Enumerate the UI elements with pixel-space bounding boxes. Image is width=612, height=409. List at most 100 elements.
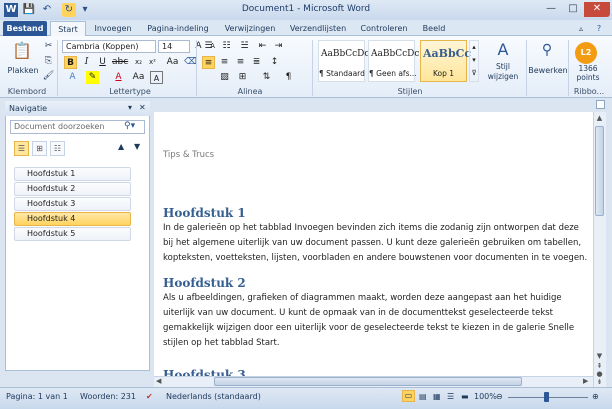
scroll-down-icon[interactable]: ▼ — [595, 352, 604, 361]
status-zoom[interactable]: 100% — [474, 392, 497, 401]
nav-tab-results[interactable]: ☷ — [50, 141, 65, 156]
show-marks-icon[interactable]: ¶ — [282, 71, 295, 84]
status-words[interactable]: Woorden: 231 — [80, 392, 136, 401]
tab-insert[interactable]: Invoegen — [90, 21, 136, 36]
align-center-button[interactable]: ≡ — [218, 56, 231, 69]
search-icon[interactable]: ⚲▾ — [124, 121, 135, 131]
zoom-in-icon[interactable]: ⊕ — [592, 392, 599, 401]
underline-button[interactable]: U — [96, 56, 109, 69]
nav-item-hoofdstuk-4[interactable]: Hoofdstuk 4 — [14, 212, 131, 226]
full-screen-icon[interactable]: ▤ — [419, 392, 427, 401]
highlight-icon[interactable]: ✎ — [86, 71, 99, 84]
format-painter-icon[interactable]: 🖌 — [42, 70, 55, 83]
scroll-up-icon[interactable]: ▲ — [595, 114, 604, 123]
italic-button[interactable]: I — [80, 56, 93, 69]
numbering-icon[interactable]: ☷ — [220, 40, 233, 53]
tab-start[interactable]: Start — [50, 21, 86, 36]
horizontal-scroll-thumb[interactable] — [214, 377, 522, 386]
superscript-button[interactable]: x² — [146, 56, 159, 69]
next-page-icon[interactable]: ⇟ — [595, 378, 604, 387]
scroll-left-icon[interactable]: ◀ — [156, 377, 161, 385]
group-label-paragraph: Alinea — [237, 87, 263, 96]
web-layout-icon[interactable]: ▦ — [433, 392, 441, 401]
line-spacing-icon[interactable]: ↕ — [268, 56, 281, 69]
scroll-right-icon[interactable]: ▶ — [583, 377, 588, 385]
ruler-toggle-icon[interactable] — [596, 100, 605, 109]
proofing-icon[interactable]: ✔ — [146, 392, 153, 401]
cut-icon[interactable]: ✂ — [42, 40, 55, 53]
editing-button[interactable]: Bewerken — [528, 64, 568, 77]
borders-icon[interactable]: ⊞ — [236, 71, 249, 84]
nav-item-hoofdstuk-3[interactable]: Hoofdstuk 3 — [14, 197, 131, 211]
align-right-button[interactable]: ≡ — [234, 56, 247, 69]
multilevel-list-icon[interactable]: ☱ — [238, 40, 251, 53]
ribbit-points: 1366 points — [576, 64, 600, 82]
outline-icon[interactable]: ☰ — [447, 392, 454, 401]
paste-button[interactable]: Plakken — [4, 64, 42, 77]
justify-button[interactable]: ≣ — [250, 56, 263, 69]
style-heading-1[interactable]: AaBbCc Kop 1 — [420, 40, 471, 82]
tab-file[interactable]: Bestand — [3, 21, 47, 36]
nav-item-hoofdstuk-2[interactable]: Hoofdstuk 2 — [14, 182, 131, 196]
nav-menu-icon[interactable]: ▾ — [128, 103, 132, 112]
tab-view[interactable]: Beeld — [416, 21, 452, 36]
separator — [526, 40, 527, 96]
character-shading-icon[interactable]: Aa — [132, 71, 145, 84]
minimize-button[interactable]: — — [540, 2, 562, 17]
change-styles-icon[interactable]: A — [490, 40, 516, 60]
nav-item-hoofdstuk-1[interactable]: Hoofdstuk 1 — [14, 167, 131, 181]
zoom-slider-thumb[interactable] — [544, 392, 549, 402]
ribbit-level-badge[interactable]: L2 — [575, 42, 597, 64]
tab-mailings[interactable]: Verzendlijsten — [284, 21, 352, 36]
change-styles-button[interactable]: Stijl wijzigen — [482, 62, 524, 82]
encircle-icon[interactable]: A — [150, 71, 163, 84]
help-icon[interactable]: ? — [592, 21, 606, 36]
styles-scroll-icon[interactable]: ▴ ▾ ⊽ — [469, 40, 479, 82]
style-name: ¶ Geen afs... — [369, 69, 417, 78]
nav-item-hoofdstuk-5[interactable]: Hoofdstuk 5 — [14, 227, 131, 241]
align-left-button[interactable]: ≡ — [202, 56, 215, 69]
style-standard[interactable]: AaBbCcDc ¶ Standaard — [318, 40, 369, 82]
font-color-icon[interactable]: A — [112, 71, 125, 84]
sort-icon[interactable]: ⇅ — [260, 71, 273, 84]
find-binoculars-icon[interactable]: ⚲ — [534, 40, 560, 60]
next-heading-icon[interactable]: ▼ — [134, 142, 140, 151]
style-no-spacing[interactable]: AaBbCcDc ¶ Geen afs... — [368, 40, 419, 82]
increase-indent-icon[interactable]: ⇥ — [272, 40, 285, 53]
status-page[interactable]: Pagina: 1 van 1 — [6, 392, 68, 401]
bullets-icon[interactable]: ☰ — [202, 40, 215, 53]
nav-tab-pages[interactable]: ⊞ — [32, 141, 47, 156]
change-case-icon[interactable]: Aa — [166, 56, 179, 69]
tab-page-layout[interactable]: Pagina-indeling — [140, 21, 216, 36]
paste-icon[interactable]: 📋 — [10, 40, 34, 62]
nav-tab-headings[interactable]: ☰ — [14, 141, 29, 156]
draft-icon[interactable]: ▬ — [461, 392, 469, 401]
font-size-combo[interactable]: 14 — [158, 40, 190, 53]
maximize-button[interactable]: □ — [562, 2, 584, 17]
subscript-button[interactable]: x₂ — [132, 56, 145, 69]
nav-close-icon[interactable]: ✕ — [139, 103, 146, 112]
font-name-combo[interactable]: Cambria (Koppen) — [62, 40, 156, 53]
text-effect-icon[interactable]: A — [66, 71, 79, 84]
minimize-ribbon-icon[interactable]: ▵ — [574, 21, 588, 36]
copy-icon[interactable]: ⎘ — [42, 55, 55, 68]
zoom-out-icon[interactable]: ⊖ — [496, 392, 503, 401]
style-name: ¶ Standaard — [319, 69, 365, 78]
group-label-font: Lettertype — [109, 87, 151, 96]
bold-button[interactable]: B — [64, 56, 77, 69]
tab-references[interactable]: Verwijzingen — [220, 21, 280, 36]
paragraph-1: In de galerieën op het tabblad Invoegen … — [163, 223, 588, 263]
tab-review[interactable]: Controleren — [356, 21, 412, 36]
previous-heading-icon[interactable]: ▲ — [118, 142, 124, 151]
decrease-indent-icon[interactable]: ⇤ — [256, 40, 269, 53]
separator — [57, 40, 58, 96]
vertical-scroll-thumb[interactable] — [595, 126, 604, 216]
status-language[interactable]: Nederlands (standaard) — [166, 392, 261, 401]
strikethrough-button[interactable]: abc — [112, 56, 128, 69]
heading-hoofdstuk-1: Hoofdstuk 1 — [163, 206, 246, 220]
shading-icon[interactable]: ▨ — [218, 71, 231, 84]
group-label-styles: Stijlen — [397, 87, 423, 96]
group-label-clipboard: Klembord — [7, 87, 47, 96]
print-layout-icon[interactable]: ▭ — [402, 390, 415, 402]
close-button[interactable]: ✕ — [584, 2, 610, 17]
